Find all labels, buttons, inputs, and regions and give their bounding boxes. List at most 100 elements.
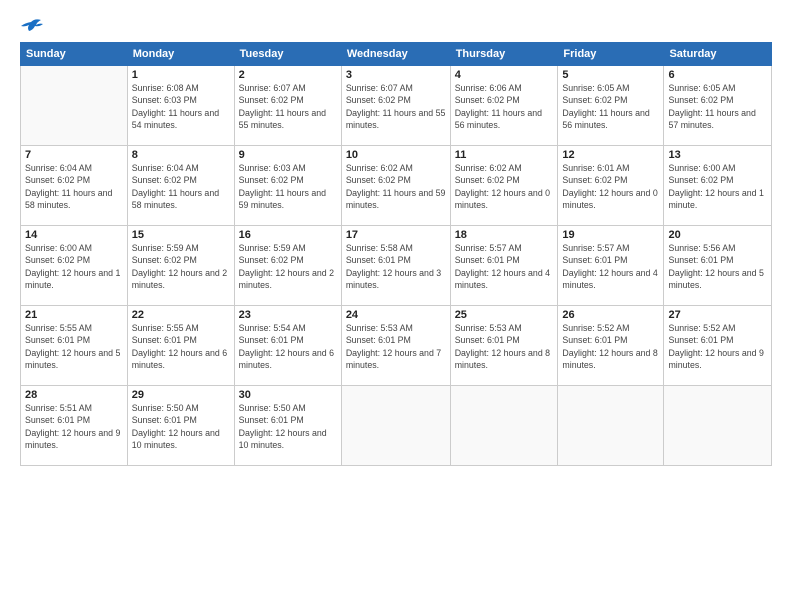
day-number: 17 xyxy=(346,229,446,241)
day-info: Sunrise: 6:04 AMSunset: 6:02 PMDaylight:… xyxy=(132,162,230,211)
day-info: Sunrise: 5:50 AMSunset: 6:01 PMDaylight:… xyxy=(239,402,337,451)
day-number: 22 xyxy=(132,309,230,321)
table-row: 11Sunrise: 6:02 AMSunset: 6:02 PMDayligh… xyxy=(450,146,558,226)
day-number: 10 xyxy=(346,149,446,161)
day-info: Sunrise: 6:05 AMSunset: 6:02 PMDaylight:… xyxy=(668,82,767,131)
logo-text-area xyxy=(20,18,44,36)
table-row xyxy=(450,386,558,466)
logo-bird-icon xyxy=(21,18,43,36)
day-info: Sunrise: 6:02 AMSunset: 6:02 PMDaylight:… xyxy=(455,162,554,211)
table-row xyxy=(341,386,450,466)
day-info: Sunrise: 6:03 AMSunset: 6:02 PMDaylight:… xyxy=(239,162,337,211)
page: Sunday Monday Tuesday Wednesday Thursday… xyxy=(0,0,792,612)
col-wednesday: Wednesday xyxy=(341,43,450,66)
day-number: 30 xyxy=(239,389,337,401)
day-info: Sunrise: 6:06 AMSunset: 6:02 PMDaylight:… xyxy=(455,82,554,131)
table-row: 5Sunrise: 6:05 AMSunset: 6:02 PMDaylight… xyxy=(558,66,664,146)
col-friday: Friday xyxy=(558,43,664,66)
col-monday: Monday xyxy=(127,43,234,66)
day-info: Sunrise: 5:56 AMSunset: 6:01 PMDaylight:… xyxy=(668,242,767,291)
calendar-week-row: 28Sunrise: 5:51 AMSunset: 6:01 PMDayligh… xyxy=(21,386,772,466)
day-info: Sunrise: 6:02 AMSunset: 6:02 PMDaylight:… xyxy=(346,162,446,211)
day-info: Sunrise: 5:55 AMSunset: 6:01 PMDaylight:… xyxy=(132,322,230,371)
table-row: 19Sunrise: 5:57 AMSunset: 6:01 PMDayligh… xyxy=(558,226,664,306)
calendar-week-row: 1Sunrise: 6:08 AMSunset: 6:03 PMDaylight… xyxy=(21,66,772,146)
table-row: 15Sunrise: 5:59 AMSunset: 6:02 PMDayligh… xyxy=(127,226,234,306)
day-info: Sunrise: 6:07 AMSunset: 6:02 PMDaylight:… xyxy=(346,82,446,131)
table-row: 28Sunrise: 5:51 AMSunset: 6:01 PMDayligh… xyxy=(21,386,128,466)
table-row: 4Sunrise: 6:06 AMSunset: 6:02 PMDaylight… xyxy=(450,66,558,146)
table-row: 13Sunrise: 6:00 AMSunset: 6:02 PMDayligh… xyxy=(664,146,772,226)
day-number: 19 xyxy=(562,229,659,241)
day-info: Sunrise: 5:59 AMSunset: 6:02 PMDaylight:… xyxy=(239,242,337,291)
day-number: 20 xyxy=(668,229,767,241)
col-thursday: Thursday xyxy=(450,43,558,66)
day-info: Sunrise: 6:04 AMSunset: 6:02 PMDaylight:… xyxy=(25,162,123,211)
col-tuesday: Tuesday xyxy=(234,43,341,66)
day-info: Sunrise: 6:00 AMSunset: 6:02 PMDaylight:… xyxy=(25,242,123,291)
day-info: Sunrise: 6:08 AMSunset: 6:03 PMDaylight:… xyxy=(132,82,230,131)
day-info: Sunrise: 5:59 AMSunset: 6:02 PMDaylight:… xyxy=(132,242,230,291)
day-number: 6 xyxy=(668,69,767,81)
calendar-table: Sunday Monday Tuesday Wednesday Thursday… xyxy=(20,42,772,466)
day-info: Sunrise: 5:53 AMSunset: 6:01 PMDaylight:… xyxy=(346,322,446,371)
day-info: Sunrise: 5:55 AMSunset: 6:01 PMDaylight:… xyxy=(25,322,123,371)
day-number: 14 xyxy=(25,229,123,241)
day-info: Sunrise: 5:52 AMSunset: 6:01 PMDaylight:… xyxy=(668,322,767,371)
col-sunday: Sunday xyxy=(21,43,128,66)
day-number: 18 xyxy=(455,229,554,241)
day-number: 26 xyxy=(562,309,659,321)
table-row: 26Sunrise: 5:52 AMSunset: 6:01 PMDayligh… xyxy=(558,306,664,386)
day-number: 23 xyxy=(239,309,337,321)
day-number: 13 xyxy=(668,149,767,161)
day-number: 7 xyxy=(25,149,123,161)
table-row: 17Sunrise: 5:58 AMSunset: 6:01 PMDayligh… xyxy=(341,226,450,306)
day-number: 11 xyxy=(455,149,554,161)
table-row: 30Sunrise: 5:50 AMSunset: 6:01 PMDayligh… xyxy=(234,386,341,466)
table-row: 16Sunrise: 5:59 AMSunset: 6:02 PMDayligh… xyxy=(234,226,341,306)
day-info: Sunrise: 5:54 AMSunset: 6:01 PMDaylight:… xyxy=(239,322,337,371)
day-info: Sunrise: 5:53 AMSunset: 6:01 PMDaylight:… xyxy=(455,322,554,371)
day-number: 12 xyxy=(562,149,659,161)
table-row: 14Sunrise: 6:00 AMSunset: 6:02 PMDayligh… xyxy=(21,226,128,306)
calendar-week-row: 7Sunrise: 6:04 AMSunset: 6:02 PMDaylight… xyxy=(21,146,772,226)
day-number: 16 xyxy=(239,229,337,241)
calendar-header-row: Sunday Monday Tuesday Wednesday Thursday… xyxy=(21,43,772,66)
day-number: 15 xyxy=(132,229,230,241)
day-number: 5 xyxy=(562,69,659,81)
table-row: 29Sunrise: 5:50 AMSunset: 6:01 PMDayligh… xyxy=(127,386,234,466)
day-info: Sunrise: 5:51 AMSunset: 6:01 PMDaylight:… xyxy=(25,402,123,451)
day-number: 8 xyxy=(132,149,230,161)
table-row: 24Sunrise: 5:53 AMSunset: 6:01 PMDayligh… xyxy=(341,306,450,386)
table-row: 18Sunrise: 5:57 AMSunset: 6:01 PMDayligh… xyxy=(450,226,558,306)
table-row: 21Sunrise: 5:55 AMSunset: 6:01 PMDayligh… xyxy=(21,306,128,386)
day-info: Sunrise: 6:00 AMSunset: 6:02 PMDaylight:… xyxy=(668,162,767,211)
day-number: 21 xyxy=(25,309,123,321)
day-number: 24 xyxy=(346,309,446,321)
table-row: 10Sunrise: 6:02 AMSunset: 6:02 PMDayligh… xyxy=(341,146,450,226)
table-row: 20Sunrise: 5:56 AMSunset: 6:01 PMDayligh… xyxy=(664,226,772,306)
calendar-week-row: 14Sunrise: 6:00 AMSunset: 6:02 PMDayligh… xyxy=(21,226,772,306)
header xyxy=(20,18,772,36)
day-number: 27 xyxy=(668,309,767,321)
day-number: 4 xyxy=(455,69,554,81)
calendar-week-row: 21Sunrise: 5:55 AMSunset: 6:01 PMDayligh… xyxy=(21,306,772,386)
day-number: 1 xyxy=(132,69,230,81)
table-row: 2Sunrise: 6:07 AMSunset: 6:02 PMDaylight… xyxy=(234,66,341,146)
table-row: 3Sunrise: 6:07 AMSunset: 6:02 PMDaylight… xyxy=(341,66,450,146)
table-row: 1Sunrise: 6:08 AMSunset: 6:03 PMDaylight… xyxy=(127,66,234,146)
day-number: 28 xyxy=(25,389,123,401)
day-number: 2 xyxy=(239,69,337,81)
table-row: 23Sunrise: 5:54 AMSunset: 6:01 PMDayligh… xyxy=(234,306,341,386)
day-info: Sunrise: 5:57 AMSunset: 6:01 PMDaylight:… xyxy=(562,242,659,291)
day-number: 9 xyxy=(239,149,337,161)
day-info: Sunrise: 6:01 AMSunset: 6:02 PMDaylight:… xyxy=(562,162,659,211)
table-row: 22Sunrise: 5:55 AMSunset: 6:01 PMDayligh… xyxy=(127,306,234,386)
day-info: Sunrise: 6:07 AMSunset: 6:02 PMDaylight:… xyxy=(239,82,337,131)
table-row: 12Sunrise: 6:01 AMSunset: 6:02 PMDayligh… xyxy=(558,146,664,226)
col-saturday: Saturday xyxy=(664,43,772,66)
day-info: Sunrise: 5:58 AMSunset: 6:01 PMDaylight:… xyxy=(346,242,446,291)
day-info: Sunrise: 6:05 AMSunset: 6:02 PMDaylight:… xyxy=(562,82,659,131)
day-info: Sunrise: 5:52 AMSunset: 6:01 PMDaylight:… xyxy=(562,322,659,371)
table-row xyxy=(664,386,772,466)
